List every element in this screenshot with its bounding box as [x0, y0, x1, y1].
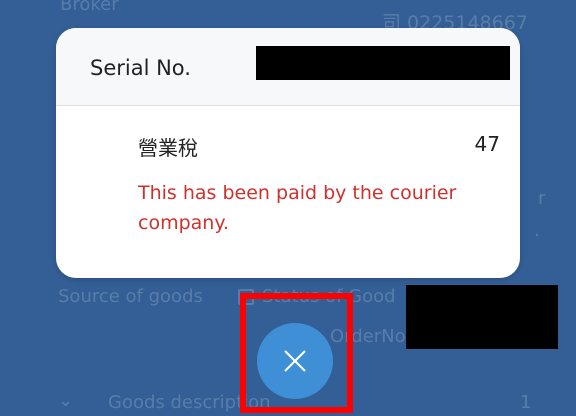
serial-no-redaction: [256, 46, 510, 80]
chevron-down-icon: ⌄: [58, 390, 74, 411]
goods-count: 1: [520, 392, 532, 413]
tax-label: 營業稅: [138, 136, 198, 160]
edge-text: .: [534, 220, 540, 241]
dialog-header: Serial No.: [56, 28, 520, 106]
tax-dialog: Serial No. 營業稅 47 This has been paid by …: [56, 28, 520, 278]
broker-label: Broker: [60, 0, 119, 15]
source-of-goods-label: Source of goods: [58, 286, 203, 307]
serial-no-label: Serial No.: [90, 56, 191, 80]
paid-notice: This has been paid by the courier compan…: [138, 182, 457, 234]
redaction-block: [406, 285, 558, 349]
edge-text: r: [538, 188, 546, 209]
highlight-box: [240, 293, 353, 413]
tax-value: 47: [474, 132, 500, 156]
